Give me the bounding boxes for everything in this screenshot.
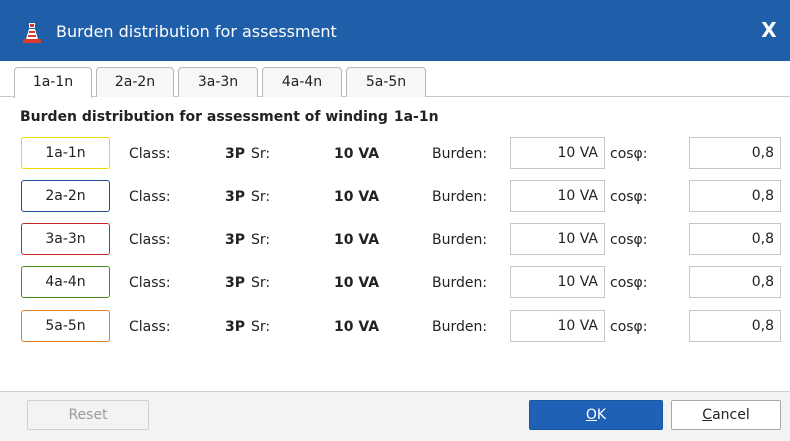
tab-5a-5n[interactable]: 5a-5n: [346, 67, 426, 97]
winding-row: 4a-4n Class: 3P Sr: 10 VA Burden: 10 VA …: [0, 266, 790, 300]
burden-input[interactable]: 10 VA: [510, 310, 605, 342]
winding-label-box: 2a-2n: [21, 180, 110, 212]
class-value: 3P: [225, 275, 246, 291]
class-value: 3P: [225, 319, 246, 335]
sr-value: 10 VA: [334, 319, 380, 335]
ok-button[interactable]: OK: [529, 400, 663, 430]
class-label: Class:: [129, 232, 171, 248]
cosphi-label: cosφ:: [610, 275, 648, 291]
ok-mnemonic: O: [585, 407, 597, 423]
section-title: Burden distribution for assessment of wi…: [20, 109, 439, 125]
cosphi-input[interactable]: 0,8: [689, 137, 781, 169]
button-bar: Reset OK Cancel: [0, 392, 790, 441]
burden-input[interactable]: 10 VA: [510, 223, 605, 255]
tab-1a-1n[interactable]: 1a-1n: [14, 67, 92, 98]
winding-label-box: 3a-3n: [21, 223, 110, 255]
class-value: 3P: [225, 232, 246, 248]
title-bar: Burden distribution for assessment X: [0, 0, 790, 61]
ok-label-rest: K: [596, 407, 607, 423]
class-label: Class:: [129, 275, 171, 291]
winding-label-box: 1a-1n: [21, 137, 110, 169]
sr-label: Sr:: [251, 275, 271, 291]
class-label: Class:: [129, 146, 171, 162]
burden-input[interactable]: 10 VA: [510, 180, 605, 212]
sr-value: 10 VA: [334, 232, 380, 248]
burden-label: Burden:: [432, 146, 488, 162]
cancel-button[interactable]: Cancel: [671, 400, 781, 430]
sr-label: Sr:: [251, 189, 271, 205]
winding-row: 3a-3n Class: 3P Sr: 10 VA Burden: 10 VA …: [0, 223, 790, 257]
winding-label-box: 5a-5n: [21, 310, 110, 342]
cosphi-input[interactable]: 0,8: [689, 266, 781, 298]
class-value: 3P: [225, 189, 246, 205]
window-title: Burden distribution for assessment: [56, 22, 337, 41]
cosphi-label: cosφ:: [610, 146, 648, 162]
cancel-label-rest: ancel: [712, 407, 750, 423]
winding-row: 1a-1n Class: 3P Sr: 10 VA Burden: 10 VA …: [0, 137, 790, 171]
tab-2a-2n[interactable]: 2a-2n: [96, 67, 174, 97]
section-title-text: Burden distribution for assessment of wi…: [20, 109, 388, 125]
cosphi-input[interactable]: 0,8: [689, 223, 781, 255]
burden-label: Burden:: [432, 319, 488, 335]
sr-label: Sr:: [251, 232, 271, 248]
transformer-app-icon: [20, 21, 44, 45]
sr-label: Sr:: [251, 319, 271, 335]
burden-label: Burden:: [432, 232, 488, 248]
burden-input[interactable]: 10 VA: [510, 137, 605, 169]
class-value: 3P: [225, 146, 246, 162]
sr-value: 10 VA: [334, 189, 380, 205]
winding-row: 5a-5n Class: 3P Sr: 10 VA Burden: 10 VA …: [0, 310, 790, 344]
winding-row: 2a-2n Class: 3P Sr: 10 VA Burden: 10 VA …: [0, 180, 790, 214]
cosphi-label: cosφ:: [610, 232, 648, 248]
cancel-mnemonic: C: [702, 407, 713, 423]
tab-4a-4n[interactable]: 4a-4n: [262, 67, 342, 97]
burden-label: Burden:: [432, 275, 488, 291]
section-winding-name: 1a-1n: [393, 109, 439, 125]
burden-distribution-dialog: Burden distribution for assessment X 1a-…: [0, 0, 790, 441]
sr-value: 10 VA: [334, 146, 380, 162]
burden-label: Burden:: [432, 189, 488, 205]
cosphi-label: cosφ:: [610, 319, 648, 335]
tab-3a-3n[interactable]: 3a-3n: [178, 67, 258, 97]
sr-label: Sr:: [251, 146, 271, 162]
burden-input[interactable]: 10 VA: [510, 266, 605, 298]
class-label: Class:: [129, 189, 171, 205]
reset-button[interactable]: Reset: [27, 400, 149, 430]
cosphi-input[interactable]: 0,8: [689, 310, 781, 342]
winding-label-box: 4a-4n: [21, 266, 110, 298]
cosphi-input[interactable]: 0,8: [689, 180, 781, 212]
close-icon[interactable]: X: [756, 17, 782, 43]
sr-value: 10 VA: [334, 275, 380, 291]
class-label: Class:: [129, 319, 171, 335]
cosphi-label: cosφ:: [610, 189, 648, 205]
